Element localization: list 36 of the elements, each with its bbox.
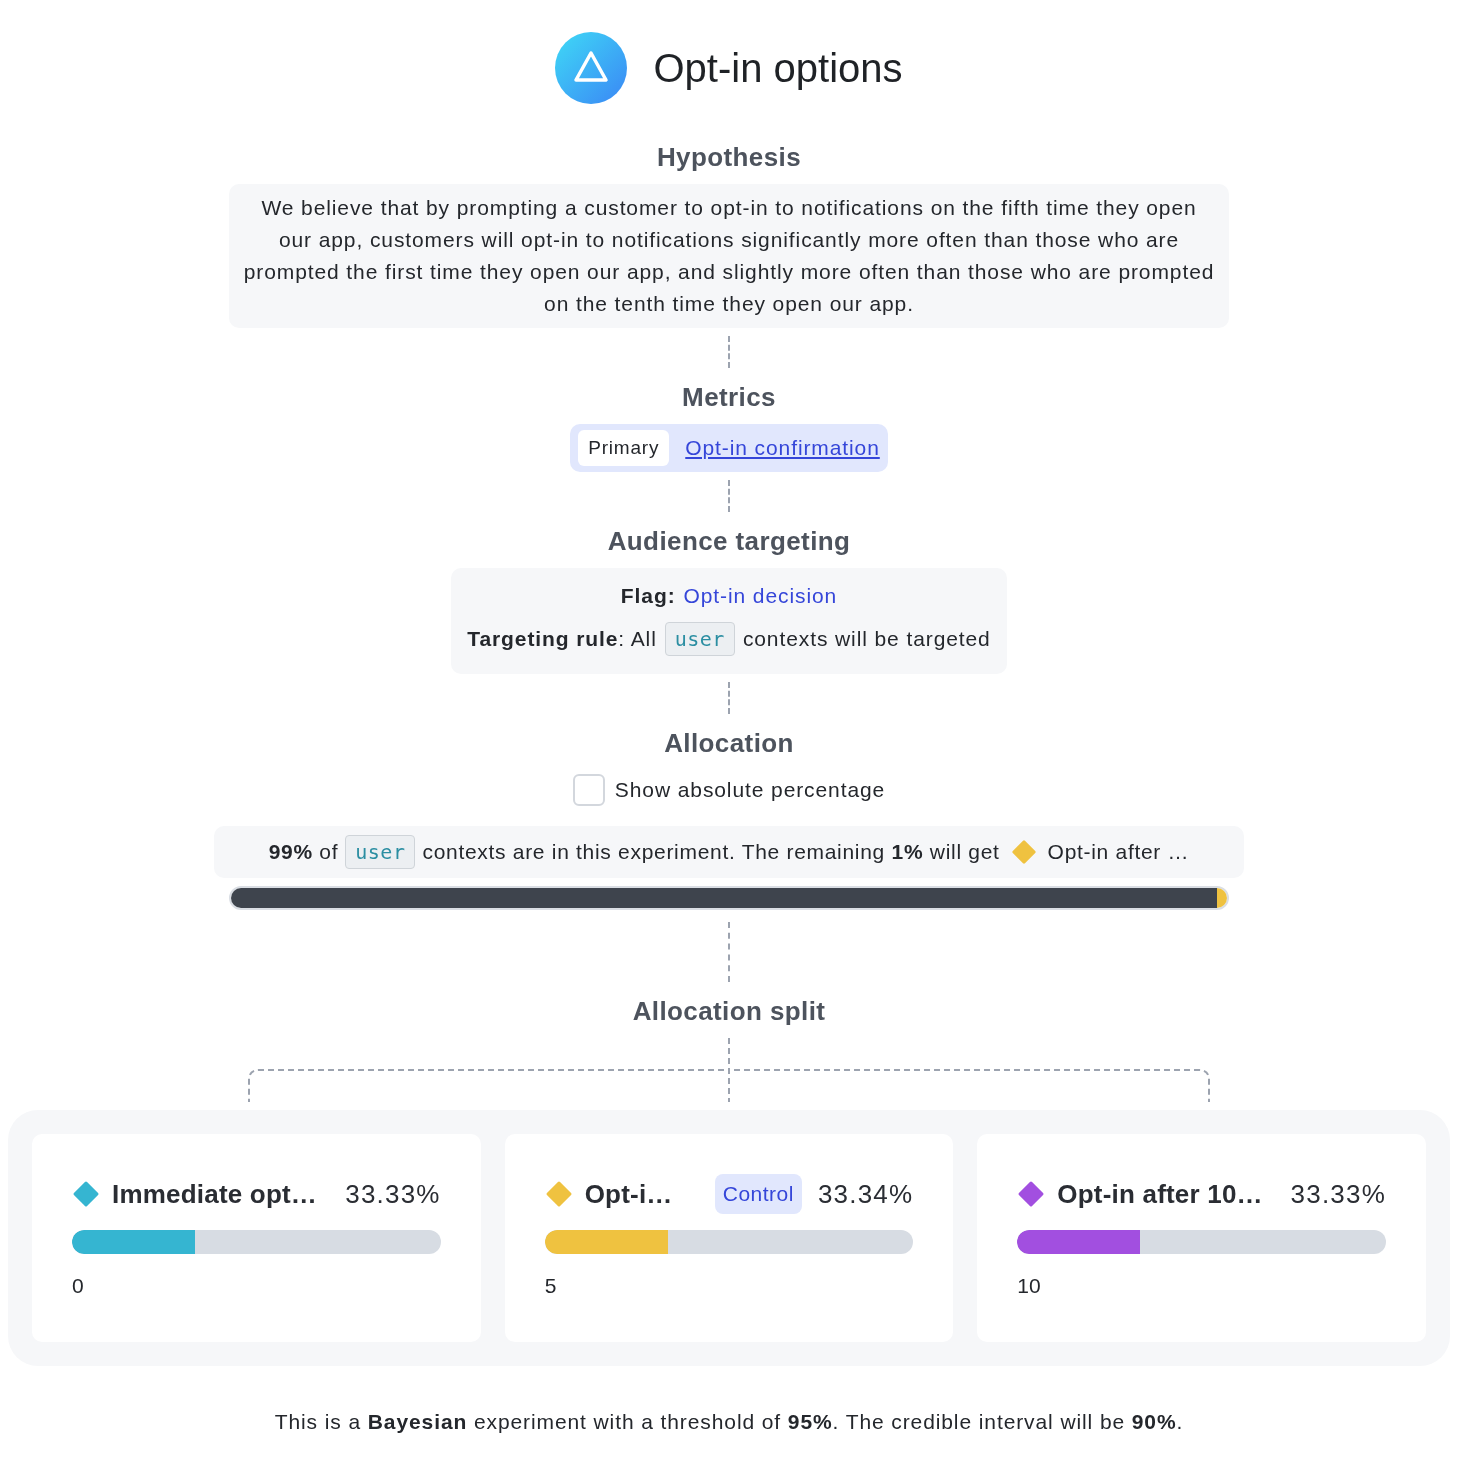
section-heading: Allocation — [664, 727, 794, 759]
metric-link[interactable]: Opt-in confirmation — [685, 436, 880, 460]
experiment-summary: This is a Bayesian experiment with a threshold of 95%. The credible interval will be 90%. — [274, 1409, 1184, 1435]
variant-name: Opt-in after 10… — [1057, 1178, 1264, 1210]
context-code-tag: user — [664, 622, 735, 656]
targeting-rule-label: Targeting rule: All — [467, 627, 657, 651]
flag-link[interactable]: Opt-in decision — [683, 584, 838, 608]
section-heading: Audience targeting — [607, 525, 851, 557]
summary-text: contexts are in this experiment. The remaining 1% will get — [422, 840, 1000, 864]
flag-label: Flag: — [620, 584, 676, 608]
connector-line — [728, 922, 730, 982]
connector-line — [728, 682, 730, 714]
section-heading: Hypothesis — [656, 141, 802, 173]
variant-value: 5 — [544, 1274, 558, 1298]
variant-value: 10 — [1017, 1274, 1042, 1298]
metric-role-tag: Primary — [578, 430, 670, 466]
variant-share: 33.34% — [817, 1178, 914, 1210]
connector-line — [728, 336, 730, 368]
hypothesis-text: We believe that by prompting a customer to opt-in to notifications on the fifth time they open our app, customers will opt-in to notifications significantly more often than those who are prompted the first time they open our app, and slightly more often than those who are prompted on the tenth time they open our app. — [229, 184, 1229, 328]
control-tag: Control — [714, 1174, 802, 1214]
section-heading: Metrics — [682, 381, 776, 413]
checkbox[interactable] — [572, 774, 605, 806]
connector-line — [728, 480, 730, 512]
experiment-title: Opt-in options — [653, 45, 903, 92]
targeting-rule-text: contexts will be targeted — [742, 627, 991, 651]
variant-name: Opt-i… — [584, 1178, 674, 1210]
variant-share: 33.33% — [1290, 1178, 1386, 1210]
triangle-logo-icon — [555, 32, 628, 104]
rollout-variant-name: Opt-in after … — [1047, 840, 1190, 864]
section-heading: Allocation split — [632, 995, 826, 1027]
variant-share: 33.33% — [345, 1178, 441, 1210]
checkbox-label[interactable]: Show absolute percentage — [614, 778, 886, 802]
variant-value: 0 — [72, 1274, 85, 1298]
summary-text: 99% of — [268, 840, 339, 864]
context-code-tag: user — [345, 835, 416, 869]
variant-name: Immediate opt… — [112, 1178, 319, 1210]
